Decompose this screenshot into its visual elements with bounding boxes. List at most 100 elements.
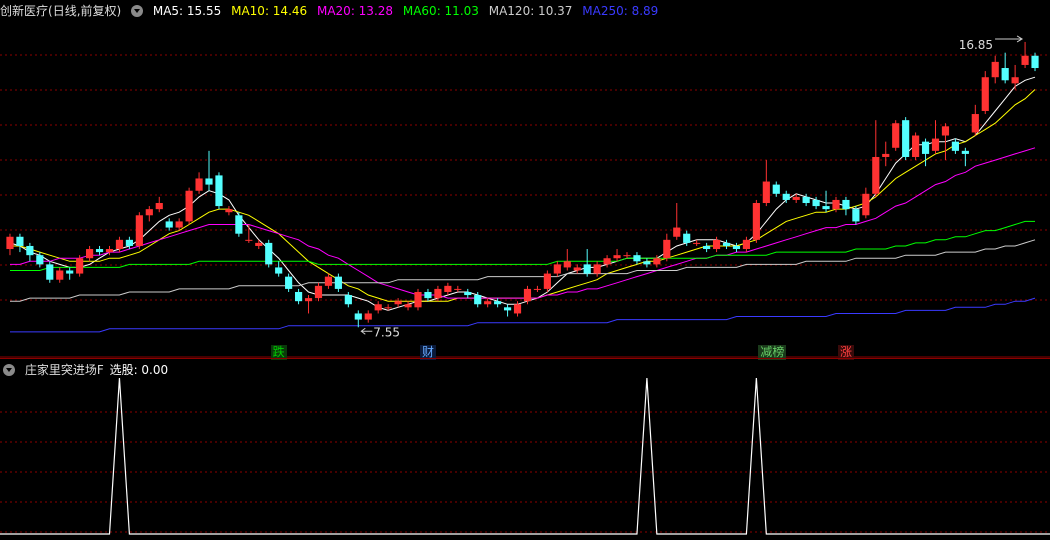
candle-body (603, 258, 611, 265)
candle-body (931, 138, 940, 151)
candle-body (683, 233, 691, 243)
candle-body (663, 239, 671, 259)
candle-body (1031, 55, 1039, 69)
candle (742, 236, 751, 253)
chart-window: 16.85 7.55 创新医疗(日线,前复权) MA5: 15.55 MA10: … (0, 0, 1050, 540)
candle (354, 310, 362, 328)
candle-body (195, 178, 203, 191)
candle (155, 196, 163, 213)
candle (1001, 52, 1009, 84)
candle-body (802, 196, 810, 204)
signal-line (0, 377, 1050, 535)
candle-body (593, 264, 601, 274)
ma-line-ma20 (10, 147, 1036, 299)
candle (26, 242, 34, 262)
candle (971, 104, 979, 136)
candle (56, 267, 64, 283)
low-price-label: 7.55 (373, 325, 400, 339)
candle-body (912, 135, 920, 157)
candle-body (1021, 55, 1029, 65)
candle-body (752, 203, 760, 240)
candle-body (364, 313, 372, 320)
candle-body (275, 267, 283, 274)
candle (722, 239, 731, 250)
candle (165, 218, 173, 231)
candle-body (86, 249, 94, 259)
candle (593, 261, 601, 277)
candle (324, 273, 333, 289)
candle (822, 190, 830, 213)
candle (394, 298, 402, 308)
candle-body (673, 227, 681, 237)
ma10-label: MA10: 14.46 (231, 4, 308, 18)
candle-body (225, 209, 233, 213)
candle (185, 187, 193, 225)
candle-body (304, 298, 313, 302)
candle (1031, 52, 1039, 72)
candle-body (693, 242, 701, 244)
candle (16, 233, 24, 253)
candle-body (971, 114, 979, 133)
candle-body (882, 153, 890, 157)
candle-body (1001, 68, 1009, 81)
candle-body (454, 288, 462, 290)
candle-body (6, 236, 14, 250)
candle-body (66, 270, 74, 274)
candle-body (384, 307, 392, 309)
candle-body (772, 184, 780, 194)
candle-body (26, 245, 34, 256)
candle-body (394, 301, 402, 305)
candle-body (354, 313, 362, 320)
candle (245, 224, 253, 243)
candle (195, 172, 203, 194)
candle (772, 181, 780, 197)
candle (912, 132, 920, 161)
candle-body (46, 264, 54, 280)
ma250-label: MA250: 8.89 (582, 4, 659, 18)
candle-body (464, 291, 472, 296)
ma20-label: MA20: 13.28 (316, 4, 394, 18)
candle-body (145, 209, 153, 216)
candle (66, 267, 74, 280)
candle-body (961, 150, 969, 154)
candle-body (414, 291, 422, 308)
candle (374, 301, 382, 314)
chart-canvas[interactable]: 16.85 7.55 (0, 0, 1050, 540)
candle-body (782, 193, 790, 200)
indicator-header: 庄家里突进场F 选股: 0.00 (0, 358, 1050, 381)
candle (882, 141, 890, 167)
candle-body (563, 261, 571, 268)
candle (484, 298, 492, 308)
candle (364, 310, 372, 323)
candle (95, 245, 104, 256)
candle-body (653, 258, 661, 265)
candle-body (484, 301, 492, 305)
candle-body (722, 242, 731, 246)
candle-body (404, 304, 412, 308)
candle (872, 120, 880, 197)
candle (215, 172, 223, 210)
candle-body (872, 156, 880, 194)
candle (623, 252, 631, 259)
candle (673, 203, 681, 240)
candle (444, 282, 452, 296)
candle (961, 147, 969, 167)
candle (494, 298, 502, 308)
candle-body (115, 239, 124, 250)
chevron-down-icon[interactable] (131, 5, 144, 17)
candle (205, 150, 213, 191)
main-header: 创新医疗(日线,前复权) MA5: 15.55 MA10: 14.46 MA20… (0, 0, 664, 22)
candle-body (215, 175, 223, 207)
candle (643, 258, 651, 268)
indicator-name: 庄家里突进场F (24, 363, 104, 377)
candle (314, 282, 323, 302)
chevron-down-icon[interactable] (3, 364, 15, 376)
candle (255, 239, 263, 250)
candle-body (842, 199, 850, 210)
candle-body (105, 249, 114, 253)
candle-body (135, 215, 143, 246)
candle-body (324, 276, 333, 286)
candle-body (235, 215, 243, 234)
candle (6, 233, 14, 256)
candle-body (374, 304, 382, 311)
